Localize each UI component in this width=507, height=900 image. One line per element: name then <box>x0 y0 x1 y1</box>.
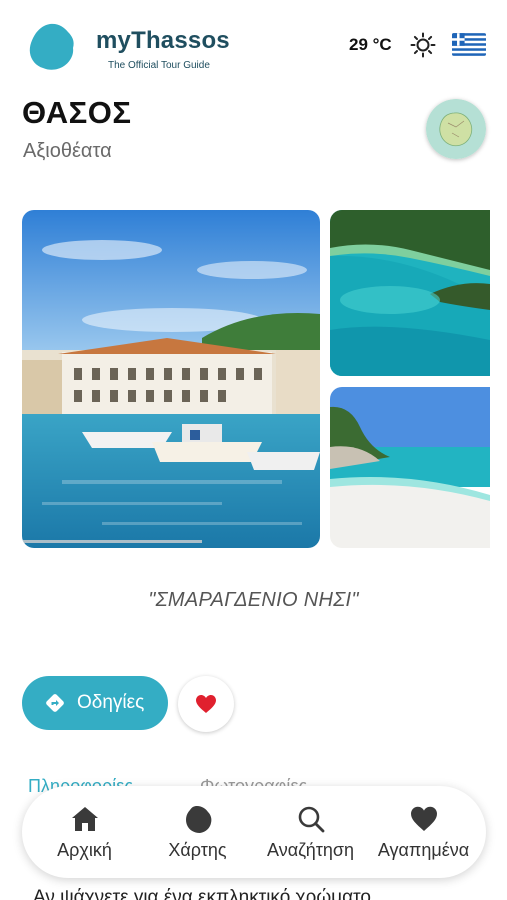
nav-item-map[interactable]: Χάρτης <box>144 804 252 861</box>
nav-label-search: Αναζήτηση <box>267 839 354 860</box>
directions-button[interactable]: Οδηγίες <box>22 676 168 730</box>
directions-label: Οδηγίες <box>77 692 145 713</box>
page-title: ΘΑΣΟΣ <box>22 95 132 130</box>
map-thumbnail-button[interactable] <box>426 99 486 159</box>
harbor-photo <box>22 210 320 548</box>
heart-icon <box>410 806 437 831</box>
lagoon-photo <box>330 210 490 376</box>
screen: myThassos The Official Tour Guide 29 °C … <box>0 0 507 900</box>
nav-label-favorites: Αγαπημένα <box>377 839 470 860</box>
heart-icon <box>196 695 216 713</box>
nav-item-home[interactable]: Αρχική <box>31 804 139 861</box>
search-icon <box>298 806 324 832</box>
brand-name: myThassos <box>96 27 230 54</box>
favorite-button[interactable] <box>178 676 234 732</box>
nav-item-search[interactable]: Αναζήτηση <box>257 804 365 861</box>
nav-label-home: Αρχική <box>57 839 112 860</box>
island-motto: "ΣΜΑΡΑΓΔΕΝΙΟ ΝΗΣΙ" <box>148 589 359 611</box>
weather-temperature: 29 °C <box>349 35 392 54</box>
home-icon <box>71 806 98 831</box>
map-island-icon <box>185 805 211 833</box>
thassos-logo-icon[interactable] <box>28 22 76 72</box>
bottom-navigation: Αρχική Χάρτης Αναζήτηση Αγαπημένα <box>22 786 486 878</box>
directions-icon <box>46 694 64 712</box>
beach-photo <box>330 387 490 548</box>
nav-item-favorites[interactable]: Αγαπημένα <box>370 804 478 861</box>
page-subtitle: Αξιοθέατα <box>23 140 112 162</box>
app-header: myThassos The Official Tour Guide 29 °C <box>0 0 507 92</box>
gallery-photo-beach[interactable] <box>330 387 490 548</box>
description-text: Αν ψάχνετε για ένα εκπληκτικό χρώματο <box>33 887 371 900</box>
gallery-photo-lagoon[interactable] <box>330 210 490 376</box>
sun-icon <box>410 32 436 58</box>
brand-tagline: The Official Tour Guide <box>108 60 210 71</box>
nav-label-map: Χάρτης <box>168 839 227 860</box>
greek-flag-icon[interactable] <box>452 33 486 56</box>
island-map-icon <box>426 99 486 159</box>
gallery-main-photo[interactable] <box>22 210 320 548</box>
